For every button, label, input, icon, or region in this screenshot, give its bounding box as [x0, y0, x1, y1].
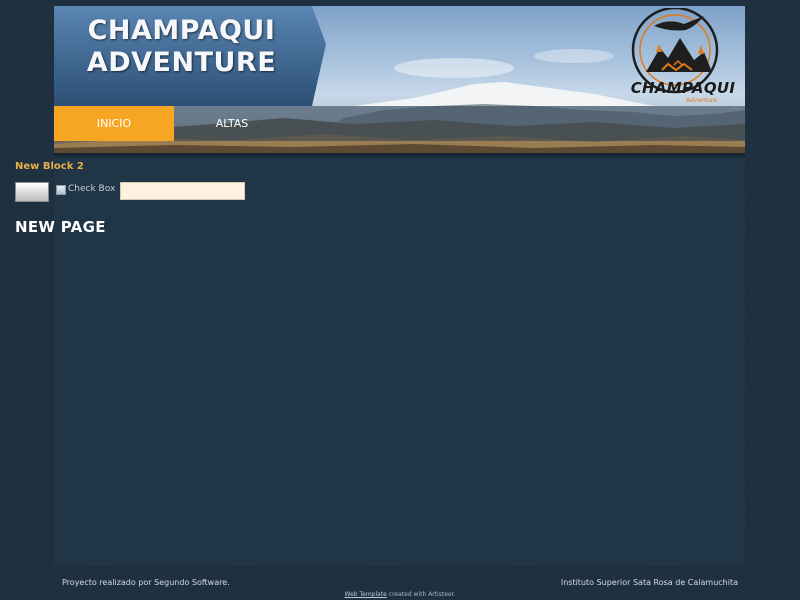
check-box-label: Check Box [68, 184, 116, 194]
web-template-link[interactable]: Web Template [345, 591, 387, 598]
main-nav: INICIO ALTAS [54, 106, 745, 141]
site-title-panel: CHAMPAQUI ADVENTURE [54, 6, 326, 106]
page-sheet: CHAMPAQUI ADVENTURE CHAMPAQUI Adventure … [54, 6, 745, 566]
footer-template-credit: Web Template created with Artisteer. [0, 591, 800, 598]
text-input[interactable] [120, 182, 245, 200]
site-logo: CHAMPAQUI Adventure [624, 8, 744, 108]
header-banner: CHAMPAQUI ADVENTURE CHAMPAQUI Adventure … [54, 6, 745, 153]
nav-item-altas[interactable]: ALTAS [192, 106, 272, 141]
page-heading: NEW PAGE [15, 218, 106, 236]
logo-subtitle: Adventure [686, 97, 718, 104]
nav-item-inicio[interactable]: INICIO [54, 106, 174, 141]
logo-wordmark: CHAMPAQUI [630, 79, 736, 97]
artisteer-credit-text: created with Artisteer. [388, 591, 456, 598]
site-title-line-2: ADVENTURE [86, 47, 277, 78]
block-title: New Block 2 [15, 161, 84, 172]
site-title-line-1: CHAMPAQUI [87, 15, 276, 46]
footer-institution: Instituto Superior Sata Rosa de Calamuch… [560, 578, 738, 587]
header-divider [54, 153, 745, 159]
check-box[interactable] [56, 185, 66, 195]
footer-project-credit: Proyecto realizado por Segundo Software. [62, 578, 230, 587]
gray-button[interactable] [15, 182, 49, 202]
